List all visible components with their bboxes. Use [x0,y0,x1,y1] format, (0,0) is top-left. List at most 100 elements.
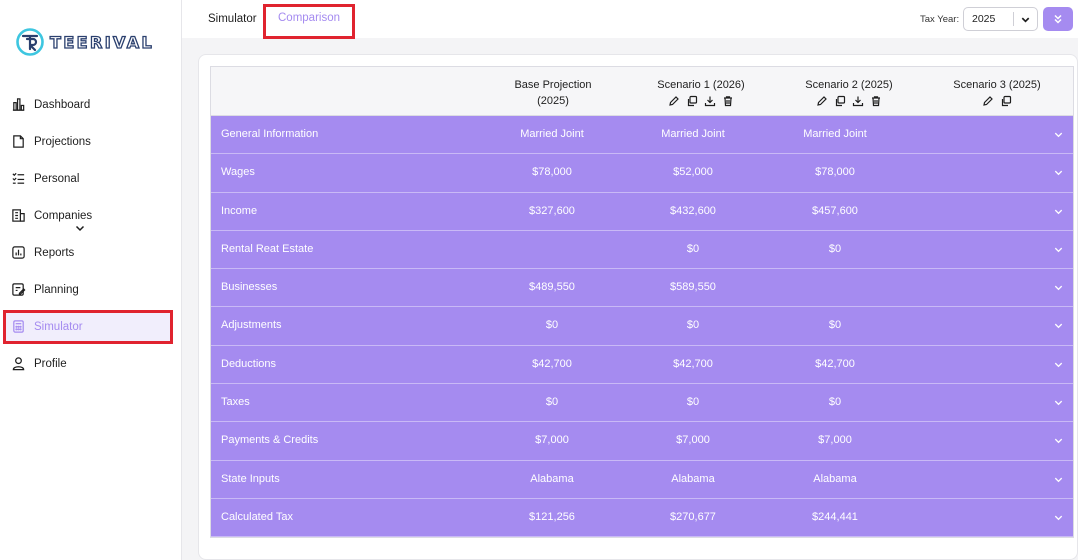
cell-base: $489,550 [529,281,575,294]
active-item-highlight [3,310,173,344]
row-label: Adjustments [221,319,282,332]
document-icon [10,134,26,150]
table-header: Base Projection (2025) Scenario 1 (2026)… [211,67,1073,116]
row-label: Deductions [221,357,277,370]
logo-text: TEERIVAL [49,32,155,52]
cell-scenario-1: Married Joint [661,128,725,140]
cell-scenario-1: $52,000 [673,166,713,179]
tax-year-label: Tax Year: [920,14,960,25]
tax-year-select[interactable]: 2025 [963,7,1038,31]
cell-base: Married Joint [520,128,584,140]
comparison-table: Base Projection (2025) Scenario 1 (2026)… [210,66,1074,539]
table-row[interactable]: Wages $78,000 $52,000 $78,000 [211,154,1073,193]
cell-scenario-1: $0 [686,242,700,255]
sidebar-item-label: Reports [34,246,75,259]
cell-scenario-1: $589,550 [670,281,716,294]
cell-scenario-2: $0 [828,396,842,409]
sidebar-item-dashboard[interactable]: Dashboard [0,86,181,123]
sidebar-item-simulator[interactable]: Simulator [0,308,181,345]
chevron-down-icon[interactable] [1053,282,1064,293]
table-row[interactable]: Deductions $42,700 $42,700 $42,700 [211,345,1073,385]
cell-base: $0 [545,319,559,332]
chevron-down-icon[interactable] [74,222,86,234]
table-body: General Information Married Joint Marrie… [211,116,1073,538]
logo[interactable]: TEERIVAL [15,27,154,57]
copy-icon[interactable] [686,95,698,107]
cell-scenario-1: $7,000 [676,434,710,447]
column-subtitle: (2025) [537,95,569,107]
download-icon[interactable] [704,95,716,107]
chevron-down-icon[interactable] [1053,244,1064,255]
edit-icon[interactable] [668,95,680,107]
expand-all-button[interactable] [1043,7,1073,31]
chevron-down-icon[interactable] [1053,512,1064,523]
table-row[interactable]: Adjustments $0 $0 $0 [211,307,1073,346]
copy-icon[interactable] [834,95,846,107]
table-row[interactable]: Businesses $489,550 $589,550 [211,269,1073,308]
chevron-down-icon[interactable] [1053,359,1064,370]
table-row[interactable]: State Inputs Alabama Alabama Alabama [211,460,1073,499]
cell-scenario-1: $432,600 [670,204,716,217]
table-row[interactable]: Income $327,600 $432,600 $457,600 [211,192,1073,231]
tax-year-value: 2025 [972,13,996,25]
table-row[interactable]: General Information Married Joint Marrie… [211,116,1073,155]
cell-scenario-2: $42,700 [815,357,855,370]
cell-scenario-2: $457,600 [812,204,858,217]
chevron-down-icon[interactable] [1053,129,1064,140]
user-icon [10,356,26,372]
cell-scenario-1: $42,700 [673,357,713,370]
sidebar-item-personal[interactable]: Personal [0,160,181,197]
cell-base: $327,600 [529,204,575,217]
tab-simulator[interactable]: Simulator [208,13,257,25]
cell-base: $0 [545,396,559,409]
sidebar-item-label: Personal [34,172,80,185]
column-title: Scenario 1 (2026) [657,79,745,91]
chevron-down-icon[interactable] [1053,206,1064,217]
sidebar-item-planning[interactable]: Planning [0,271,181,308]
cell-scenario-2: $0 [828,319,842,332]
chevron-down-icon [1021,17,1030,23]
column-header-base: Base Projection (2025) [483,77,623,109]
select-divider [1013,12,1014,26]
teerival-logo-icon [16,28,44,56]
cell-base: $7,000 [535,434,569,447]
row-label: Payments & Credits [221,434,319,447]
chevron-down-icon[interactable] [1053,167,1064,178]
row-label: Taxes [221,396,250,409]
cell-base: $121,256 [529,510,575,523]
report-chart-icon [10,245,26,261]
row-label: State Inputs [221,472,280,485]
row-label: Calculated Tax [221,510,293,523]
sidebar-item-reports[interactable]: Reports [0,234,181,271]
edit-icon[interactable] [982,95,994,107]
chevron-down-icon[interactable] [1053,397,1064,408]
cell-scenario-1: Alabama [671,472,715,485]
table-row[interactable]: Calculated Tax $121,256 $270,677 $244,44… [211,498,1073,538]
download-icon[interactable] [852,95,864,107]
delete-icon[interactable] [722,95,734,107]
edit-icon[interactable] [816,95,828,107]
sidebar-item-projections[interactable]: Projections [0,123,181,160]
cell-scenario-2: Alabama [813,472,857,485]
chevron-down-icon[interactable] [1053,435,1064,446]
chevron-down-icon[interactable] [1053,474,1064,485]
table-row[interactable]: Taxes $0 $0 $0 [211,384,1073,423]
sidebar-item-companies[interactable]: Companies [0,197,181,234]
sidebar-item-label: Dashboard [34,98,91,111]
cell-base: Alabama [530,472,574,485]
table-row[interactable]: Rental Reat Estate $0 $0 [211,230,1073,270]
chevron-down-icon[interactable] [1053,320,1064,331]
bar-chart-icon [10,97,26,113]
delete-icon[interactable] [870,95,882,107]
table-row[interactable]: Payments & Credits $7,000 $7,000 $7,000 [211,422,1073,461]
top-bar: Simulator Comparison Tax Year: 2025 [182,0,1078,39]
column-header-scenario-2: Scenario 2 (2025) [771,77,927,107]
edit-doc-icon [10,282,26,298]
row-label: General Information [221,128,319,140]
row-label: Rental Reat Estate [221,242,314,255]
column-title: Scenario 2 (2025) [805,79,893,91]
double-chevron-down-icon [1054,14,1062,24]
tab-comparison[interactable]: Comparison [263,4,355,39]
sidebar-item-profile[interactable]: Profile [0,345,181,382]
copy-icon[interactable] [1000,95,1012,107]
